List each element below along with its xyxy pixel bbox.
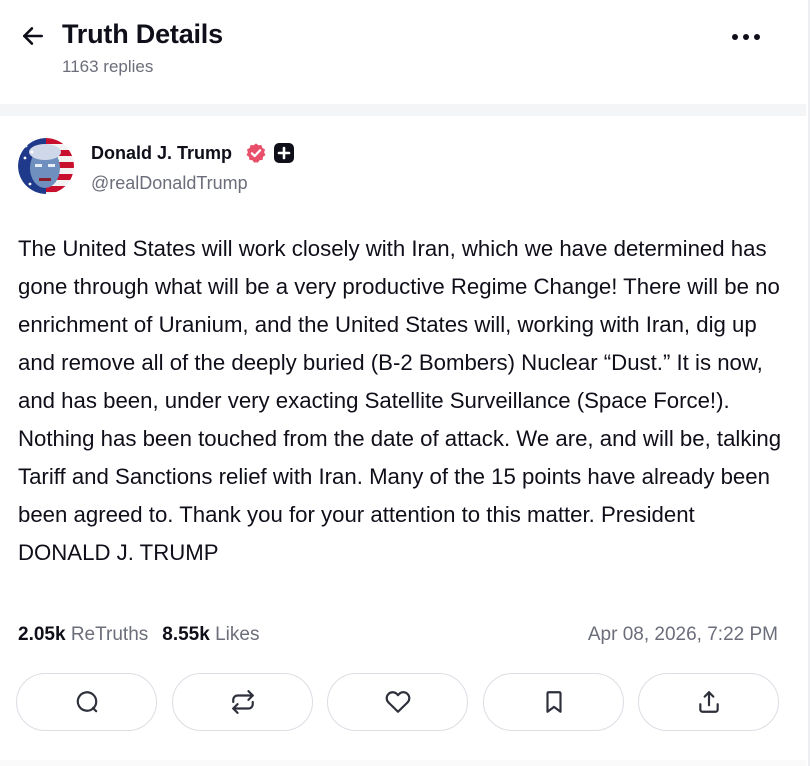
verified-badge-icon bbox=[246, 143, 266, 163]
page-title: Truth Details bbox=[62, 19, 223, 49]
post-body-text: The United States will work closely with… bbox=[18, 236, 782, 565]
more-horizontal-icon bbox=[732, 34, 760, 40]
repost-icon bbox=[231, 690, 254, 714]
bookmark-icon bbox=[545, 691, 562, 713]
comment-icon bbox=[76, 691, 97, 713]
reply-count: 1163 replies bbox=[62, 57, 154, 76]
retruths-count: 2.05k bbox=[18, 624, 66, 645]
like-button[interactable] bbox=[327, 673, 468, 731]
post-actions bbox=[16, 673, 780, 733]
bookmark-button[interactable] bbox=[483, 673, 624, 731]
arrow-left-icon bbox=[23, 27, 43, 45]
section-divider bbox=[0, 104, 806, 116]
truth-details-page: Truth Details 1163 replies Donald J. Tru… bbox=[0, 0, 810, 766]
back-button[interactable] bbox=[14, 17, 52, 55]
plus-badge-icon bbox=[274, 143, 294, 163]
more-options-button[interactable] bbox=[724, 22, 768, 52]
likes-count: 8.55k bbox=[162, 624, 210, 645]
reply-button[interactable] bbox=[16, 673, 157, 731]
author-name[interactable]: Donald J. Trump bbox=[91, 143, 232, 164]
retruth-button[interactable] bbox=[172, 673, 313, 731]
post-stats: 2.05k ReTruths 8.55k Likes bbox=[18, 624, 259, 646]
page-header: Truth Details 1163 replies bbox=[0, 0, 806, 104]
post-timestamp: Apr 08, 2026, 7:22 PM bbox=[587, 624, 778, 645]
avatar-image bbox=[18, 138, 74, 194]
author-handle[interactable]: @realDonaldTrump bbox=[91, 173, 248, 194]
share-icon bbox=[698, 691, 719, 713]
avatar[interactable] bbox=[18, 138, 74, 194]
likes-label: Likes bbox=[215, 624, 260, 645]
likes-stat[interactable]: 8.55k Likes bbox=[162, 624, 259, 645]
share-button[interactable] bbox=[638, 673, 779, 731]
heart-icon bbox=[385, 691, 410, 713]
page-bottom-edge bbox=[0, 760, 806, 766]
retruths-stat[interactable]: 2.05k ReTruths bbox=[18, 624, 148, 645]
retruths-label: ReTruths bbox=[70, 624, 149, 645]
